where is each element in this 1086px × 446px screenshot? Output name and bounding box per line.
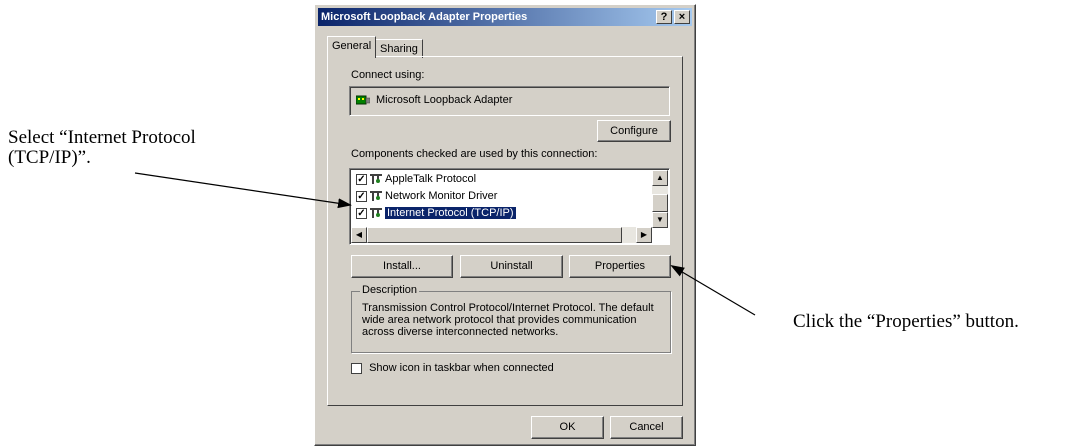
scroll-left-icon[interactable]: ◀ xyxy=(351,227,367,243)
description-text: Transmission Control Protocol/Internet P… xyxy=(362,302,654,338)
component-label-selected: Internet Protocol (TCP/IP) xyxy=(384,206,517,220)
checkbox[interactable]: ✓ xyxy=(356,173,367,185)
tab-general[interactable]: General xyxy=(327,36,377,58)
left-callout-line2: (TCP/IP)”. xyxy=(8,147,91,168)
left-callout: Select “Internet Protocol (TCP/IP)”. xyxy=(8,128,196,168)
protocol-icon xyxy=(369,173,383,185)
right-callout: Click the “Properties” button. xyxy=(793,311,1019,332)
scroll-up-icon[interactable]: ▲ xyxy=(652,170,668,186)
left-callout-line1: Select “Internet Protocol xyxy=(8,127,196,148)
adapter-box: Microsoft Loopback Adapter xyxy=(349,86,670,116)
connect-using-label: Connect using: xyxy=(351,69,425,81)
checkbox[interactable]: ✓ xyxy=(356,190,367,202)
list-item[interactable]: ✓ Internet Protocol (TCP/IP) xyxy=(356,205,517,221)
list-item[interactable]: ✓ AppleTalk Protocol xyxy=(356,171,476,187)
title-bar: Microsoft Loopback Adapter Properties ? … xyxy=(318,8,692,26)
description-title: Description xyxy=(360,284,420,296)
h-scroll-thumb[interactable] xyxy=(367,227,622,243)
scroll-down-icon[interactable]: ▼ xyxy=(652,212,668,228)
ok-button[interactable]: OK xyxy=(531,416,604,439)
network-adapter-icon xyxy=(355,95,371,109)
components-list[interactable]: ✓ AppleTalk Protocol ✓ Network Monitor Dri… xyxy=(349,168,670,245)
component-label: AppleTalk Protocol xyxy=(385,173,477,185)
close-button[interactable]: × xyxy=(674,10,690,24)
vertical-scrollbar[interactable]: ▲ ▼ xyxy=(652,170,668,228)
component-label: Network Monitor Driver xyxy=(385,190,498,202)
show-icon-row[interactable]: Show icon in taskbar when connected xyxy=(351,362,554,374)
components-label: Components checked are used by this conn… xyxy=(351,148,598,160)
uninstall-button[interactable]: Uninstall xyxy=(460,255,563,278)
scroll-thumb[interactable] xyxy=(652,194,668,212)
cancel-button[interactable]: Cancel xyxy=(610,416,683,439)
dialog-title: Microsoft Loopback Adapter Properties xyxy=(321,11,528,23)
list-item[interactable]: ✓ Network Monitor Driver xyxy=(356,188,497,204)
description-group: Description Transmission Control Protoco… xyxy=(351,284,671,353)
horizontal-scrollbar[interactable]: ◀ ▶ xyxy=(351,227,652,243)
adapter-name: Microsoft Loopback Adapter xyxy=(376,94,513,106)
configure-label: Configure xyxy=(610,125,658,137)
show-icon-checkbox[interactable] xyxy=(351,362,362,374)
show-icon-label: Show icon in taskbar when connected xyxy=(369,362,554,374)
scroll-right-icon[interactable]: ▶ xyxy=(636,227,652,243)
protocol-icon xyxy=(369,190,383,202)
properties-dialog: Microsoft Loopback Adapter Properties ? … xyxy=(314,4,696,446)
properties-button[interactable]: Properties xyxy=(569,255,671,278)
protocol-icon xyxy=(369,207,383,219)
configure-button[interactable]: Configure xyxy=(597,120,671,142)
checkbox[interactable]: ✓ xyxy=(356,207,367,219)
help-button[interactable]: ? xyxy=(656,10,672,24)
install-button[interactable]: Install... xyxy=(351,255,453,278)
